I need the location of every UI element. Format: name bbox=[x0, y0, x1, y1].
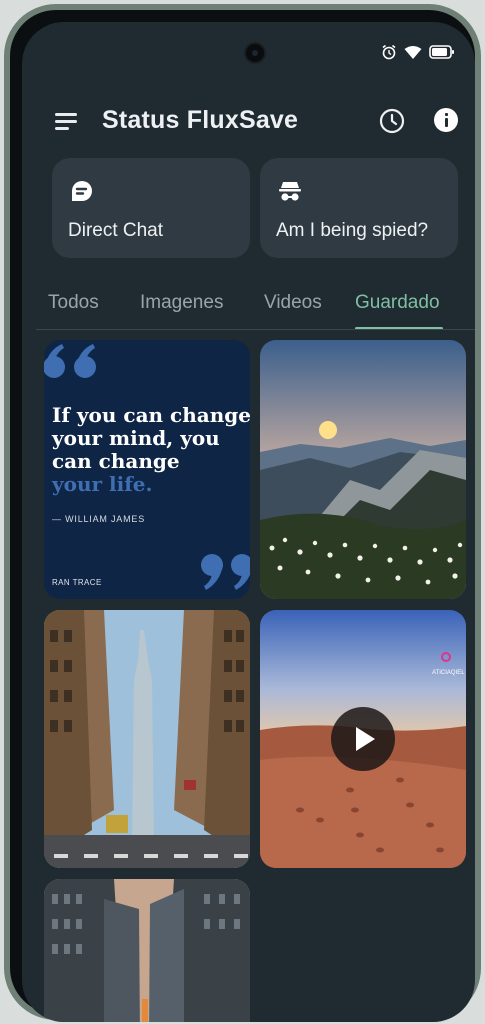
direct-chat-label: Direct Chat bbox=[68, 220, 164, 241]
tab-todos[interactable]: Todos bbox=[48, 292, 99, 314]
tab-guardado[interactable]: Guardado bbox=[355, 292, 440, 314]
skyscrapers-photo bbox=[44, 879, 250, 1022]
spy-icon bbox=[279, 182, 301, 201]
quote-text: If you can change your mind, you can cha… bbox=[52, 403, 250, 496]
menu-icon[interactable] bbox=[54, 110, 78, 134]
status-bar bbox=[381, 44, 455, 60]
tab-divider bbox=[36, 329, 475, 330]
wifi-icon bbox=[404, 45, 422, 59]
mountain-photo bbox=[260, 340, 466, 599]
city-photo bbox=[44, 610, 250, 868]
phone-bezel: Status FluxSave Direct Chat Am I being s… bbox=[10, 10, 475, 1022]
phone-frame: Status FluxSave Direct Chat Am I being s… bbox=[4, 4, 481, 1022]
saved-mountain-image[interactable] bbox=[260, 340, 466, 599]
power-button bbox=[477, 404, 481, 494]
app-bar: Status FluxSave bbox=[22, 82, 475, 138]
battery-icon bbox=[429, 45, 454, 59]
front-camera bbox=[244, 42, 266, 64]
saved-desert-video[interactable]: ATICIAQIEL bbox=[260, 610, 466, 868]
history-icon[interactable] bbox=[378, 107, 406, 135]
spy-check-label: Am I being spied? bbox=[276, 220, 429, 241]
direct-chat-card[interactable]: Direct Chat bbox=[52, 158, 250, 258]
alarm-icon bbox=[382, 44, 396, 60]
app-title: Status FluxSave bbox=[102, 106, 299, 134]
chat-icon bbox=[72, 181, 92, 201]
screen: Status FluxSave Direct Chat Am I being s… bbox=[22, 22, 475, 1022]
tab-bar: Todos Imagenes Videos Guardado bbox=[22, 288, 475, 332]
saved-skyscrapers-image[interactable] bbox=[44, 879, 250, 1022]
quote-brand: RAN TRACE bbox=[52, 578, 102, 587]
spy-check-card[interactable]: Am I being spied? bbox=[260, 158, 458, 258]
quote-author: — WILLIAM JAMES bbox=[52, 514, 146, 524]
video-watermark: ATICIAQIEL bbox=[432, 670, 465, 676]
tab-videos[interactable]: Videos bbox=[264, 292, 322, 314]
tab-imagenes[interactable]: Imagenes bbox=[140, 292, 223, 314]
saved-city-image[interactable] bbox=[44, 610, 250, 868]
volume-button bbox=[477, 219, 481, 279]
saved-quote-image[interactable]: If you can change your mind, you can cha… bbox=[44, 340, 250, 599]
info-icon[interactable] bbox=[434, 108, 458, 132]
play-icon[interactable] bbox=[331, 707, 395, 771]
